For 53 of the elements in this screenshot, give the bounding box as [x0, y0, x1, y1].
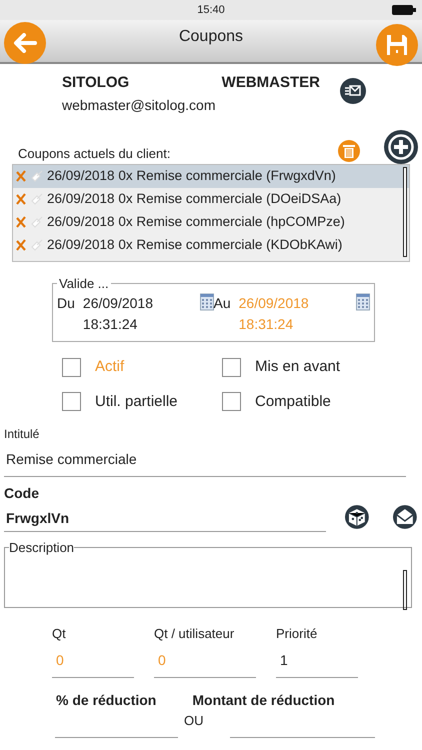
checkbox-label: Actif — [95, 357, 124, 377]
mail-icon — [345, 85, 361, 97]
coupon-item[interactable]: 26/09/2018 0x Remise commerciale (DOeiDSAa) — [13, 188, 409, 210]
coupon-item[interactable]: 26/09/2018 0x Remise commerciale (hpCOMPze) — [13, 210, 409, 234]
field-label: Montant de réduction — [192, 690, 335, 710]
calendar-icon[interactable] — [200, 293, 214, 311]
coupon-item[interactable]: 26/09/2018 0x Remise commerciale (KDObKAwi) — [13, 234, 409, 256]
checkbox-label: Util. partielle — [95, 392, 178, 412]
coupons-label: Coupons actuels du client: — [18, 145, 170, 163]
cross-icon[interactable] — [15, 216, 27, 228]
checkbox-label: Mis en avant — [255, 357, 340, 377]
field-label: Qt — [52, 625, 67, 643]
cross-icon[interactable] — [15, 170, 27, 182]
arrow-left-icon — [13, 33, 37, 53]
checkbox-label: Compatible — [255, 392, 331, 412]
field-label: Code — [4, 484, 40, 503]
user-email: webmaster@sitolog.com — [62, 96, 216, 115]
dice-icon[interactable] — [344, 504, 370, 530]
delete-button[interactable] — [338, 140, 360, 162]
date-label: Du — [57, 294, 75, 313]
quantity-field[interactable]: 1 — [276, 644, 358, 678]
code-field[interactable]: FrwgxlVn — [4, 506, 326, 532]
date-value[interactable]: 26/09/2018 — [82, 293, 153, 314]
envelope-icon[interactable] — [392, 504, 418, 530]
field-label: Intitulé — [4, 426, 40, 443]
send-mail-button[interactable] — [340, 78, 366, 104]
user-name: WEBMASTER — [222, 73, 320, 93]
add-button[interactable] — [384, 130, 418, 164]
field-label: Qt / utilisateur — [154, 625, 236, 643]
status-time: 15:40 — [197, 2, 225, 18]
coupon-item[interactable]: 26/09/2018 0x Remise commerciale (FrwgxdVn) — [13, 164, 409, 188]
company-name: SITOLOG — [62, 73, 130, 93]
field-label: % de réduction — [56, 690, 156, 710]
title-field[interactable]: Remise commerciale — [4, 443, 406, 477]
battery-icon — [392, 5, 416, 15]
checkbox[interactable] — [222, 358, 241, 377]
plus-icon — [387, 132, 415, 160]
cross-icon[interactable] — [15, 193, 27, 205]
save-button[interactable] — [376, 24, 418, 66]
trash-icon — [343, 144, 355, 158]
field-label: Priorité — [276, 625, 318, 643]
time-value[interactable]: 18:31:24 — [82, 314, 153, 335]
or-separator: OU — [184, 712, 204, 730]
validity-legend: Valide ... — [57, 274, 111, 293]
back-button[interactable] — [4, 22, 46, 64]
description-legend: Description — [9, 538, 74, 558]
checkbox[interactable] — [222, 392, 241, 412]
page-title: Coupons — [178, 27, 244, 47]
checkbox[interactable] — [62, 392, 81, 412]
calendar-icon[interactable] — [356, 293, 370, 311]
date-label: Au — [214, 294, 231, 313]
cross-icon[interactable] — [15, 239, 27, 251]
checkbox[interactable] — [62, 358, 81, 377]
